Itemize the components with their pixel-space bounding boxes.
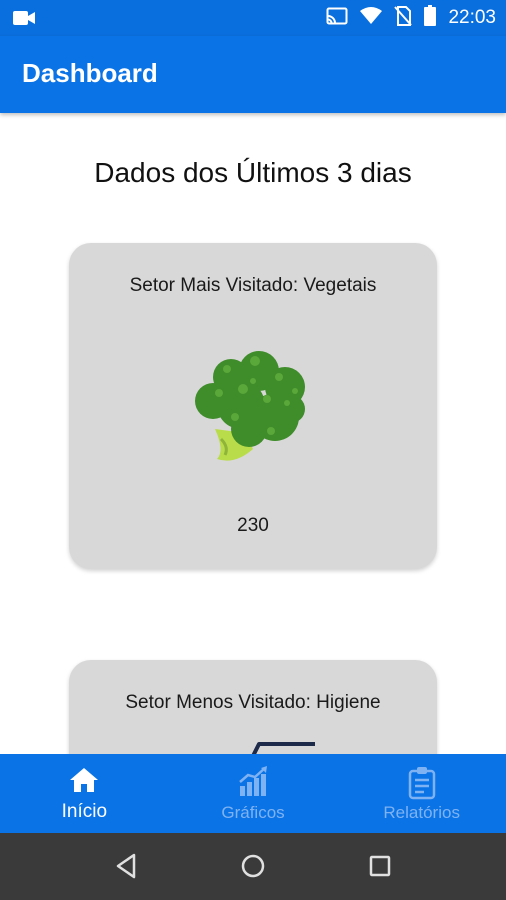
back-icon[interactable] bbox=[115, 853, 137, 884]
home-icon bbox=[69, 766, 99, 799]
hygiene-icon bbox=[245, 740, 317, 754]
recents-icon[interactable] bbox=[368, 853, 392, 884]
visit-count: 230 bbox=[237, 515, 269, 536]
chart-icon bbox=[237, 766, 269, 803]
tab-label: Relatórios bbox=[383, 803, 460, 822]
page-title: Dashboard bbox=[22, 58, 158, 88]
card-label: Setor Mais Visitado: Vegetais bbox=[129, 275, 377, 296]
tab-graficos[interactable]: Gráficos bbox=[169, 754, 338, 833]
main-content[interactable]: Dados dos Últimos 3 dias Setor Mais Visi… bbox=[0, 113, 506, 754]
cast-icon bbox=[326, 7, 348, 30]
tab-label: Gráficos bbox=[221, 803, 285, 822]
home-circle-icon[interactable] bbox=[240, 853, 266, 884]
tab-inicio[interactable]: Início bbox=[0, 754, 169, 833]
app-bar: Dashboard bbox=[0, 36, 506, 113]
no-sim-icon bbox=[394, 5, 413, 31]
system-navigation-bar bbox=[0, 833, 506, 900]
video-camera-icon bbox=[12, 9, 36, 32]
tab-relatorios[interactable]: Relatórios bbox=[337, 754, 506, 833]
status-bar: 22:03 bbox=[0, 0, 506, 36]
most-visited-card: Setor Mais Visitado: Vegetais 230 bbox=[69, 243, 437, 569]
least-visited-card: Setor Menos Visitado: Higiene bbox=[69, 660, 437, 754]
battery-icon bbox=[424, 5, 437, 31]
wifi-icon bbox=[360, 6, 383, 30]
section-title: Dados dos Últimos 3 dias bbox=[94, 157, 412, 188]
clipboard-icon bbox=[408, 766, 436, 805]
status-time: 22:03 bbox=[448, 7, 496, 28]
bottom-navigation: Início Gráficos Relatórios bbox=[0, 754, 506, 833]
tab-label: Início bbox=[61, 801, 108, 822]
broccoli-icon bbox=[191, 347, 315, 472]
card-label: Setor Menos Visitado: Higiene bbox=[125, 692, 381, 713]
